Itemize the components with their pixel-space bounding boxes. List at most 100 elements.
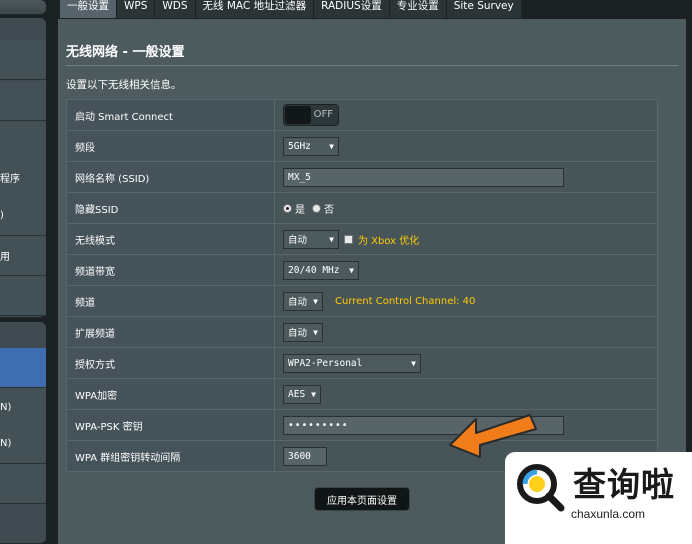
tab-mac-filter[interactable]: 无线 MAC 地址过滤器 [195, 0, 315, 18]
xbox-optimize-label: 为 Xbox 优化 [358, 235, 420, 247]
sidebar-item[interactable] [0, 122, 46, 162]
apply-button[interactable]: 应用本页面设置 [314, 487, 410, 511]
sidebar-top-block [0, 0, 46, 15]
form-row-psk: WPA-PSK 密钥 ••••••••• [66, 409, 658, 441]
chevron-down-icon: ▼ [313, 327, 318, 337]
band-label: 频段 [66, 130, 275, 162]
toggle-state: OFF [313, 109, 333, 120]
band-select[interactable]: 5GHz ▼ [283, 136, 339, 156]
page-description: 设置以下无线相关信息。 [66, 79, 182, 91]
channel-select[interactable]: 自动 ▼ [283, 291, 323, 311]
auth-value: WPA2-Personal [288, 357, 363, 369]
hide-ssid-yes-label: 是 [295, 204, 305, 216]
sidebar-item[interactable]: N) [0, 388, 46, 428]
chevron-down-icon: ▼ [349, 265, 354, 275]
tab-general[interactable]: 一般设置 [60, 0, 117, 18]
rekey-interval-input[interactable]: 3600 [283, 446, 327, 466]
ext-channel-select[interactable]: 自动 ▼ [283, 322, 323, 342]
tab-bar: 一般设置 WPS WDS 无线 MAC 地址过滤器 RADIUS设置 专业设置 … [60, 0, 522, 18]
ext-channel-value: 自动 [288, 328, 308, 339]
form-row-wireless-mode: 无线模式 自动 ▼ 为 Xbox 优化 [66, 223, 658, 255]
magnifier-logo-icon [517, 464, 565, 512]
sidebar-item-label: N) [0, 402, 12, 413]
auth-select[interactable]: WPA2-Personal ▼ [283, 353, 421, 373]
sidebar-item-label: ) [0, 210, 4, 221]
auth-cell: WPA2-Personal ▼ [274, 347, 658, 379]
sidebar-menu-group: 程序 ) 用 [0, 18, 46, 318]
wpa-encryption-select[interactable]: AES ▼ [283, 384, 321, 404]
ssid-cell: MX_5 [274, 161, 658, 193]
page-title: 无线网络 - 一般设置 [66, 45, 185, 60]
auth-label: 授权方式 [66, 347, 275, 379]
form-row-channel: 频道 自动 ▼ Current Control Channel: 40 [66, 285, 658, 317]
chevron-down-icon: ▼ [411, 358, 416, 368]
chevron-down-icon: ▼ [313, 296, 318, 306]
form-row-auth: 授权方式 WPA2-Personal ▼ [66, 347, 658, 379]
hide-ssid-cell: 是 否 [274, 192, 658, 224]
wireless-mode-cell: 自动 ▼ 为 Xbox 优化 [274, 223, 658, 255]
form-row-ext-channel: 扩展频道 自动 ▼ [66, 316, 658, 348]
bandwidth-select[interactable]: 20/40 MHz ▼ [283, 260, 359, 280]
wpa-encryption-value: AES [288, 388, 306, 400]
sidebar-item[interactable] [0, 81, 46, 121]
form-row-ssid: 网络名称 (SSID) MX_5 [66, 161, 658, 193]
ext-channel-cell: 自动 ▼ [274, 316, 658, 348]
tab-wds[interactable]: WDS [155, 0, 196, 18]
sidebar-item-label: 程序 [0, 174, 20, 185]
hide-ssid-yes-radio[interactable] [283, 203, 292, 213]
sidebar-item[interactable] [0, 464, 46, 504]
psk-label: WPA-PSK 密钥 [66, 409, 275, 441]
wireless-mode-label: 无线模式 [66, 223, 275, 255]
ssid-input[interactable]: MX_5 [283, 167, 564, 187]
sidebar-item[interactable] [0, 40, 46, 80]
current-channel-note: Current Control Channel: 40 [335, 295, 476, 307]
form-row-wpa-encryption: WPA加密 AES ▼ [66, 378, 658, 410]
sidebar-item-label: N) [0, 438, 12, 449]
sidebar: 程序 ) 用 N) N) [0, 0, 47, 544]
form-row-smart-connect: 启动 Smart Connect OFF [66, 99, 658, 131]
hide-ssid-no-label: 否 [324, 204, 334, 216]
form-row-hide-ssid: 隐藏SSID 是 否 [66, 192, 658, 224]
sidebar-item-wireless[interactable] [0, 348, 46, 388]
wpa-encryption-cell: AES ▼ [274, 378, 658, 410]
form-row-band: 频段 5GHz ▼ [66, 130, 658, 162]
watermark: 查询啦 chaxunla.com [505, 452, 692, 544]
tab-radius[interactable]: RADIUS设置 [314, 0, 390, 18]
tab-wps[interactable]: WPS [117, 0, 156, 18]
ssid-label: 网络名称 (SSID) [66, 161, 275, 193]
sidebar-item[interactable] [0, 276, 46, 316]
band-cell: 5GHz ▼ [274, 130, 658, 162]
xbox-optimize-checkbox[interactable] [344, 234, 353, 244]
bandwidth-label: 频道带宽 [66, 254, 275, 286]
sidebar-item-label: 用 [0, 252, 10, 263]
smart-connect-cell: OFF [274, 99, 658, 131]
form-row-bandwidth: 频道带宽 20/40 MHz ▼ [66, 254, 658, 286]
chevron-down-icon: ▼ [329, 234, 334, 244]
watermark-url: chaxunla.com [571, 507, 646, 521]
wpa-encryption-label: WPA加密 [66, 378, 275, 410]
smart-connect-toggle[interactable]: OFF [283, 104, 339, 126]
channel-label: 频道 [66, 285, 275, 317]
bandwidth-cell: 20/40 MHz ▼ [274, 254, 658, 286]
sidebar-advanced-group: N) N) [0, 322, 46, 544]
ext-channel-label: 扩展频道 [66, 316, 275, 348]
chevron-down-icon: ▼ [311, 389, 316, 399]
band-value: 5GHz [288, 140, 311, 152]
tab-professional[interactable]: 专业设置 [389, 0, 447, 18]
settings-form: 启动 Smart Connect OFF 频段 5GHz ▼ 网络名称 (SSI… [66, 99, 658, 472]
channel-cell: 自动 ▼ Current Control Channel: 40 [274, 285, 658, 317]
rekey-label: WPA 群组密钥转动间隔 [66, 440, 275, 472]
channel-value: 自动 [288, 297, 308, 308]
tab-site-survey[interactable]: Site Survey [446, 0, 522, 18]
bandwidth-value: 20/40 MHz [288, 264, 340, 276]
wireless-mode-select[interactable]: 自动 ▼ [283, 229, 339, 249]
sidebar-item[interactable]: ) [0, 196, 46, 236]
hide-ssid-label: 隐藏SSID [66, 192, 275, 224]
sidebar-item[interactable]: 用 [0, 236, 46, 276]
smart-connect-label: 启动 Smart Connect [66, 99, 275, 131]
title-divider [66, 65, 678, 66]
watermark-name: 查询啦 [573, 465, 675, 504]
hide-ssid-no-radio[interactable] [312, 203, 321, 213]
sidebar-item[interactable]: 程序 [0, 158, 46, 198]
sidebar-item[interactable]: N) [0, 424, 46, 464]
